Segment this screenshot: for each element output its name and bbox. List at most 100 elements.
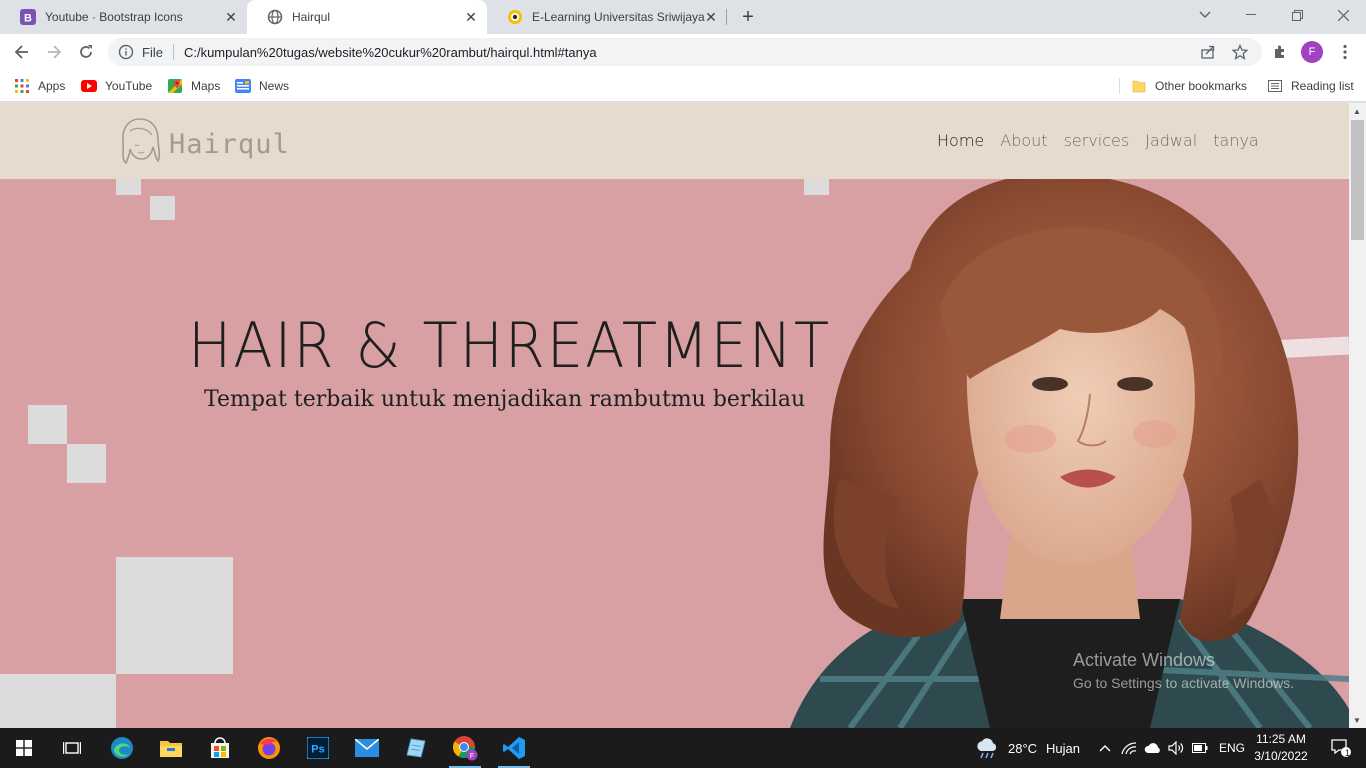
youtube-icon xyxy=(81,78,97,94)
new-tab-button[interactable]: + xyxy=(736,5,760,29)
bootstrap-favicon-icon: B xyxy=(20,9,36,25)
decor-square xyxy=(28,405,67,444)
input-language[interactable]: ENG xyxy=(1219,741,1245,755)
scroll-up-arrow-icon[interactable]: ▲ xyxy=(1353,107,1361,116)
bookmark-maps[interactable]: Maps xyxy=(167,76,220,96)
tab-bootstrap-icons[interactable]: B Youtube · Bootstrap Icons ✕ xyxy=(0,0,247,34)
tab-hairqul[interactable]: Hairqul ✕ xyxy=(247,0,487,34)
tab-title: Youtube · Bootstrap Icons xyxy=(45,10,183,24)
reload-button[interactable] xyxy=(72,38,100,66)
globe-icon xyxy=(267,9,283,25)
show-hidden-icons-chevron-icon[interactable] xyxy=(1094,728,1116,768)
clock-date: 3/10/2022 xyxy=(1254,749,1308,763)
reading-list[interactable]: Reading list xyxy=(1267,76,1354,96)
nav-jadwal[interactable]: Jadwal xyxy=(1145,131,1197,150)
network-wifi-icon[interactable] xyxy=(1118,728,1140,768)
windows-start-icon[interactable] xyxy=(0,728,48,768)
nav-services[interactable]: services xyxy=(1064,131,1130,150)
notifications-icon[interactable]: 1 xyxy=(1318,728,1364,768)
browser-toolbar: File C:/kumpulan%20tugas/website%20cukur… xyxy=(0,34,1366,70)
edge-icon[interactable] xyxy=(98,728,146,768)
system-clock[interactable]: 11:25 AM 3/10/2022 xyxy=(1250,731,1312,765)
bookmark-apps[interactable]: Apps xyxy=(14,76,65,96)
reading-list-icon xyxy=(1267,78,1283,94)
menu-kebab-icon[interactable] xyxy=(1331,38,1359,66)
nav-about[interactable]: About xyxy=(1000,131,1047,150)
svg-text:B: B xyxy=(24,13,32,25)
nav-home[interactable]: Home xyxy=(937,131,984,150)
profile-avatar[interactable]: F xyxy=(1301,41,1323,63)
web-page: Hairqul Home About services Jadwal tanya… xyxy=(0,103,1349,728)
info-icon[interactable] xyxy=(118,44,134,60)
onedrive-cloud-icon[interactable] xyxy=(1142,728,1164,768)
decor-square xyxy=(116,179,141,195)
other-bookmarks-label: Other bookmarks xyxy=(1155,79,1248,93)
other-bookmarks[interactable]: Other bookmarks xyxy=(1131,76,1247,96)
activate-windows-hint: Go to Settings to activate Windows. xyxy=(1073,675,1294,691)
windows-activation-watermark: Activate Windows Go to Settings to activ… xyxy=(1073,650,1294,691)
close-tab-icon[interactable]: ✕ xyxy=(223,9,239,25)
tab-elearning[interactable]: E-Learning Universitas Sriwijaya ✕ xyxy=(487,0,727,34)
chrome-icon[interactable]: F xyxy=(441,728,489,768)
volume-speaker-icon[interactable] xyxy=(1165,728,1187,768)
close-tab-icon[interactable]: ✕ xyxy=(703,9,719,25)
notepad-icon[interactable] xyxy=(392,728,440,768)
decor-square xyxy=(0,674,116,728)
share-icon[interactable] xyxy=(1200,44,1216,60)
logo-text[interactable]: Hairqul xyxy=(169,129,290,160)
vertical-scrollbar[interactable]: ▲ ▼ xyxy=(1349,103,1366,728)
bookmark-news[interactable]: News xyxy=(235,76,289,96)
site-nav-links: Home About services Jadwal tanya xyxy=(937,131,1275,150)
decor-square xyxy=(67,444,106,483)
tab-separator xyxy=(726,9,727,25)
scroll-down-arrow-icon[interactable]: ▼ xyxy=(1353,716,1361,725)
bookmark-star-icon[interactable] xyxy=(1232,44,1248,60)
bookmark-label: News xyxy=(259,79,290,93)
bookmark-label: Apps xyxy=(38,79,66,93)
vscode-icon[interactable] xyxy=(490,728,538,768)
tab-search-icon[interactable] xyxy=(1182,0,1228,30)
task-view-icon[interactable] xyxy=(48,728,96,768)
site-navbar: Hairqul Home About services Jadwal tanya xyxy=(0,103,1349,179)
microsoft-store-icon[interactable] xyxy=(196,728,244,768)
photoshop-icon[interactable]: Ps xyxy=(294,728,342,768)
close-tab-icon[interactable]: ✕ xyxy=(463,9,479,25)
weather-rain-icon[interactable] xyxy=(966,728,1008,768)
nav-tanya[interactable]: tanya xyxy=(1213,131,1259,150)
hero-section: HAIR & THREATMENT Tempat terbaik untuk m… xyxy=(0,179,1349,728)
logo-face-icon[interactable] xyxy=(118,115,162,167)
notification-count: 1 xyxy=(1345,748,1351,758)
apps-grid-icon xyxy=(14,78,30,94)
bookmarks-divider xyxy=(1119,78,1120,94)
bookmark-youtube[interactable]: YouTube xyxy=(81,76,152,96)
url-text[interactable]: C:/kumpulan%20tugas/website%20cukur%20ra… xyxy=(184,45,597,60)
forward-button[interactable] xyxy=(40,38,68,66)
weather-temperature[interactable]: 28°C xyxy=(1008,741,1037,756)
address-bar[interactable]: File C:/kumpulan%20tugas/website%20cukur… xyxy=(108,38,1262,66)
bookmark-label: YouTube xyxy=(105,79,153,93)
minimize-button[interactable] xyxy=(1228,0,1274,30)
bookmarks-bar: Apps YouTube Maps News Other bookmarks R… xyxy=(0,70,1366,102)
back-button[interactable] xyxy=(8,38,36,66)
svg-text:Ps: Ps xyxy=(311,744,324,756)
svg-text:F: F xyxy=(470,753,474,760)
weather-description[interactable]: Hujan xyxy=(1046,741,1080,756)
file-explorer-icon[interactable] xyxy=(147,728,195,768)
restore-button[interactable] xyxy=(1274,0,1320,30)
tab-strip: B Youtube · Bootstrap Icons ✕ Hairqul ✕ … xyxy=(0,0,1366,34)
maps-icon xyxy=(167,78,183,94)
firefox-icon[interactable] xyxy=(245,728,293,768)
news-icon xyxy=(235,78,251,94)
elearning-favicon-icon xyxy=(507,9,523,25)
hero-portrait-image xyxy=(790,179,1349,728)
hero-title: HAIR & THREATMENT xyxy=(188,309,831,382)
decor-square xyxy=(116,557,233,674)
close-window-button[interactable] xyxy=(1320,0,1366,30)
reading-list-label: Reading list xyxy=(1291,79,1354,93)
scheme-label: File xyxy=(142,44,163,60)
extensions-icon[interactable] xyxy=(1266,38,1294,66)
battery-icon[interactable] xyxy=(1189,728,1211,768)
tab-title: E-Learning Universitas Sriwijaya xyxy=(532,10,705,24)
mail-icon[interactable] xyxy=(343,728,391,768)
scrollbar-thumb[interactable] xyxy=(1351,120,1364,240)
